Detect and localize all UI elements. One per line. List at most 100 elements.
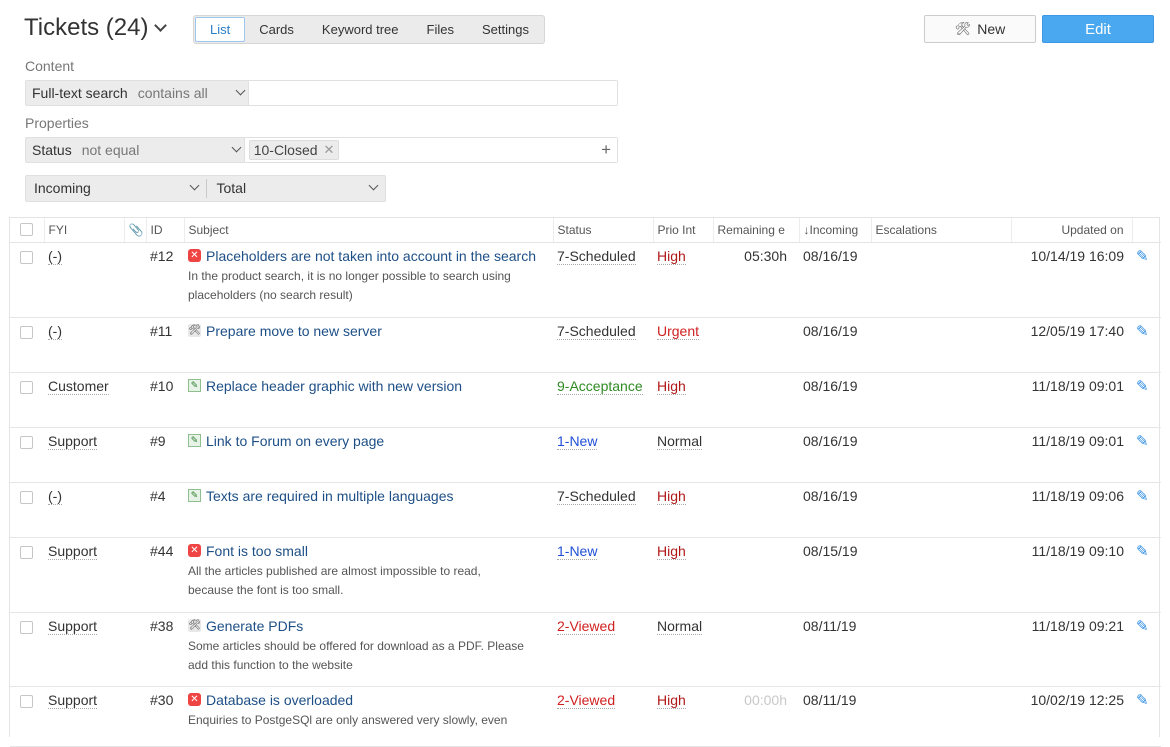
prio-cell: High [653,537,713,613]
table-row[interactable]: Support #38 🛠 Generate PDFs Some articles sh… [10,612,1161,687]
col-prio-int[interactable]: Prio Int [653,218,714,243]
tab-keyword-tree[interactable]: Keyword tree [308,17,413,42]
aggregate-select[interactable]: Total [205,179,386,198]
row-checkbox[interactable] [20,325,33,339]
subject-line: ✕ Font is too small [188,543,549,559]
table-row[interactable]: Support #30 ✕ Database is overloaded Enquiri… [10,686,1161,747]
fyi-value[interactable]: Support [48,691,98,709]
fulltext-operator-select[interactable]: contains all [134,81,248,105]
tab-list[interactable]: List [195,17,246,42]
prio-cell: Urgent [653,317,713,373]
ticket-subject-link[interactable]: Database is overloaded [206,692,353,708]
remaining-value: 00:00h [744,691,787,708]
edit-button[interactable]: Edit [1042,15,1154,43]
remove-tag-icon[interactable]: ✕ [324,141,335,159]
fyi-value[interactable]: Support [48,542,98,560]
updated-cell: 10/02/19 12:25 [1011,686,1132,747]
table-row[interactable]: (-) #12 ✕ Placeholders are not taken into a… [10,242,1161,318]
prio-value[interactable]: Urgent [657,322,700,340]
fulltext-search-input[interactable] [247,81,617,105]
fyi-value[interactable]: Support [48,617,98,635]
row-checkbox[interactable] [20,620,33,634]
edit-icon[interactable]: ✎ [1136,487,1149,505]
prio-value[interactable]: High [657,542,686,560]
col-attachment[interactable]: 📎 [124,218,147,243]
row-checkbox[interactable] [20,694,33,708]
col-escalations[interactable]: Escalations [871,218,1012,243]
edit-icon[interactable]: ✎ [1136,691,1149,709]
ticket-subject-link[interactable]: Link to Forum on every page [206,433,384,449]
properties-section-label: Properties [25,115,89,131]
escalations-cell [871,317,1011,373]
row-checkbox[interactable] [20,380,33,394]
prio-value[interactable]: High [657,487,686,505]
table-row[interactable]: (-) #4 ✎ Texts are required in multiple lan… [10,482,1161,538]
col-incoming[interactable]: ↓Incoming [799,218,872,243]
select-all-checkbox[interactable] [20,222,33,236]
edit-icon[interactable]: ✎ [1136,322,1149,340]
ticket-subject-link[interactable]: Replace header graphic with new version [206,378,462,394]
ticket-subject-link[interactable]: Generate PDFs [206,618,303,634]
remaining-cell [713,372,799,428]
chevron-down-icon[interactable] [154,18,168,32]
remaining-cell [713,482,799,538]
tab-files[interactable]: Files [413,17,468,42]
prio-value[interactable]: High [657,691,686,709]
page-title[interactable]: Tickets (24) [24,14,168,42]
fyi-value[interactable]: Customer [48,377,109,395]
col-remaining[interactable]: Remaining e [713,218,800,243]
id-cell: #9 [146,427,184,483]
col-updated-on[interactable]: Updated on [1011,218,1133,243]
status-value[interactable]: 9-Acceptance [557,377,643,395]
row-checkbox[interactable] [20,250,33,264]
edit-icon[interactable]: ✎ [1136,432,1149,450]
prio-value[interactable]: High [657,377,686,395]
fyi-value[interactable]: Support [48,432,98,450]
col-status[interactable]: Status [553,218,654,243]
status-value[interactable]: 7-Scheduled [557,322,636,340]
table-header-row: FYI 📎 ID Subject Status Prio Int Remaini… [10,218,1161,243]
table-row[interactable]: Support #9 ✎ Link to Forum on every page 1-N… [10,427,1161,483]
edit-icon[interactable]: ✎ [1136,542,1149,560]
table-row[interactable]: Customer #10 ✎ Replace header graphic with … [10,372,1161,428]
status-value[interactable]: 7-Scheduled [557,247,636,265]
ticket-subject-link[interactable]: Texts are required in multiple languages [206,488,453,504]
tab-cards[interactable]: Cards [245,17,308,42]
status-value[interactable]: 2-Viewed [557,691,616,709]
prio-value[interactable]: High [657,247,686,265]
row-checkbox[interactable] [20,435,33,449]
table-row[interactable]: Support #44 ✕ Font is too small All the arti… [10,537,1161,613]
prio-value[interactable]: Normal [657,617,703,635]
table-row[interactable]: (-) #11 🛠 Prepare move to new server 7-Sched… [10,317,1161,373]
prio-value[interactable]: Normal [657,432,703,450]
status-value[interactable]: 1-New [557,542,598,560]
add-icon[interactable]: + [601,139,611,161]
fyi-value[interactable]: (-) [48,487,62,505]
fyi-value[interactable]: (-) [48,322,62,340]
edit-icon[interactable]: ✎ [1136,617,1149,635]
status-operator-value: not equal [81,142,140,158]
status-value[interactable]: 1-New [557,432,598,450]
ticket-subject-link[interactable]: Placeholders are not taken into account … [206,248,536,264]
ticket-subject-link[interactable]: Prepare move to new server [206,323,382,339]
tab-settings[interactable]: Settings [468,17,543,42]
status-value[interactable]: 7-Scheduled [557,487,636,505]
col-id[interactable]: ID [146,218,185,243]
col-fyi[interactable]: FYI [44,218,125,243]
row-checkbox[interactable] [20,490,33,504]
edit-icon[interactable]: ✎ [1136,377,1149,395]
col-subject[interactable]: Subject [184,218,554,243]
edit-icon[interactable]: ✎ [1136,247,1149,265]
chevron-down-icon [189,180,199,191]
actions-cell: ✎ [1132,242,1161,318]
ticket-subject-link[interactable]: Font is too small [206,543,308,559]
content-section-label: Content [25,58,75,74]
row-checkbox[interactable] [20,545,33,559]
status-operator-select[interactable]: not equal [78,138,244,162]
group-by-select[interactable]: Incoming [26,176,206,201]
status-value[interactable]: 2-Viewed [557,617,616,635]
new-button[interactable]: 🛠 New [924,15,1036,43]
fyi-value[interactable]: (-) [48,247,62,265]
incoming-cell: 08/11/19 [799,686,871,747]
status-value-input[interactable]: 10-Closed ✕ + [243,138,617,162]
